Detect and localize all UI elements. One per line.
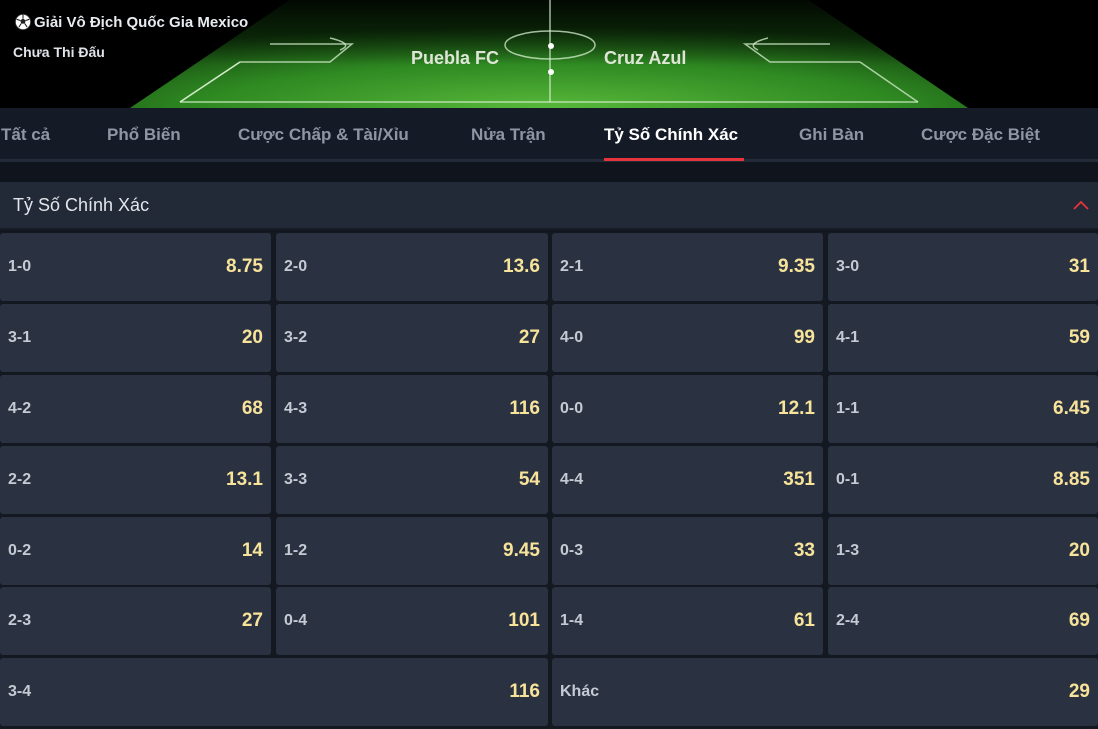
odds-value: 116 (509, 398, 540, 419)
score-label: 0-1 (836, 471, 860, 488)
score-label: 4-1 (836, 329, 860, 346)
score-label: 3-2 (284, 329, 308, 346)
score-label: 2-1 (560, 258, 584, 275)
section-header[interactable]: Tỷ Số Chính Xác (0, 182, 1098, 230)
odds-cell[interactable]: 3-2 27 (276, 304, 548, 372)
odds-cell[interactable]: 4-0 99 (552, 304, 823, 372)
score-label: 3-4 (8, 683, 32, 700)
odds-value: 13.1 (226, 469, 263, 490)
score-label: 4-4 (560, 471, 584, 488)
odds-cell[interactable]: 3-0 31 (828, 233, 1098, 301)
score-label: 2-0 (284, 258, 308, 275)
odds-value: 8.85 (1053, 469, 1090, 490)
odds-value: 116 (509, 681, 540, 702)
odds-cell[interactable]: 0-3 33 (552, 517, 823, 585)
score-label: 1-1 (836, 400, 860, 417)
score-label: 3-3 (284, 471, 308, 488)
odds-cell[interactable]: 1-4 61 (552, 587, 823, 655)
tab-special-bets[interactable]: Cược Đặc Biệt (921, 125, 1040, 145)
score-label: 4-2 (8, 400, 32, 417)
odds-value: 13.6 (503, 256, 540, 277)
score-label: 2-2 (8, 471, 32, 488)
tab-goal-scorer[interactable]: Ghi Bàn (799, 125, 864, 145)
odds-value: 54 (518, 469, 540, 490)
odds-value: 351 (783, 469, 815, 490)
tab-correct-score[interactable]: Tỷ Số Chính Xác (604, 125, 738, 145)
odds-value: 9.45 (503, 540, 540, 561)
odds-cell[interactable]: 1-0 8.75 (0, 233, 271, 301)
odds-cell[interactable]: 1-2 9.45 (276, 517, 548, 585)
odds-cell[interactable]: 0-4 101 (276, 587, 548, 655)
odds-cell[interactable]: 1-1 6.45 (828, 375, 1098, 443)
odds-cell[interactable]: 3-1 20 (0, 304, 271, 372)
odds-value: 59 (1068, 327, 1090, 348)
score-label: 1-2 (284, 542, 308, 559)
score-label: 0-0 (560, 400, 584, 417)
odds-cell[interactable]: 1-3 20 (828, 517, 1098, 585)
match-header: Giải Vô Địch Quốc Gia Mexico Chưa Thi Đấ… (0, 0, 1098, 108)
chevron-up-icon[interactable] (1072, 198, 1090, 212)
odds-cell[interactable]: 4-2 68 (0, 375, 271, 443)
divider (0, 162, 1098, 182)
odds-cell[interactable]: Khác 29 (552, 658, 1098, 726)
odds-value: 20 (1068, 540, 1090, 561)
odds-value: 6.45 (1053, 398, 1090, 419)
score-label: 3-0 (836, 258, 860, 275)
tab-handicap-over-under[interactable]: Cược Chấp & Tài/Xỉu (238, 125, 409, 145)
odds-value: 27 (518, 327, 540, 348)
odds-cell[interactable]: 2-1 9.35 (552, 233, 823, 301)
odds-value: 99 (793, 327, 815, 348)
odds-cell[interactable]: 2-3 27 (0, 587, 271, 655)
score-label: 1-0 (8, 258, 32, 275)
odds-value: 61 (793, 610, 815, 631)
odds-value: 33 (793, 540, 815, 561)
odds-cell[interactable]: 0-2 14 (0, 517, 271, 585)
odds-cell[interactable]: 0-1 8.85 (828, 446, 1098, 514)
odds-cell[interactable]: 4-4 351 (552, 446, 823, 514)
odds-value: 69 (1068, 610, 1090, 631)
score-label: 2-4 (836, 612, 860, 629)
score-label: 0-2 (8, 542, 32, 559)
odds-cell[interactable]: 2-2 13.1 (0, 446, 271, 514)
odds-value: 20 (241, 327, 263, 348)
tab-all[interactable]: Tất cả (1, 125, 50, 145)
odds-cell[interactable]: 3-4 116 (0, 658, 548, 726)
odds-value: 12.1 (778, 398, 815, 419)
odds-cell[interactable]: 4-3 116 (276, 375, 548, 443)
tab-popular[interactable]: Phổ Biến (107, 125, 181, 145)
match-status: Chưa Thi Đấu (13, 44, 105, 60)
odds-value: 8.75 (226, 256, 263, 277)
score-label: 4-3 (284, 400, 308, 417)
league-name: Giải Vô Địch Quốc Gia Mexico (34, 13, 249, 31)
soccer-ball-icon (14, 13, 32, 31)
score-label: 4-0 (560, 329, 584, 346)
score-label: 2-3 (8, 612, 32, 629)
score-label: 0-4 (284, 612, 308, 629)
tab-half-time[interactable]: Nửa Trận (471, 125, 546, 145)
score-label: 1-4 (560, 612, 584, 629)
odds-value: 14 (241, 540, 263, 561)
odds-value: 27 (241, 610, 263, 631)
odds-cell[interactable]: 2-4 69 (828, 587, 1098, 655)
odds-value: 29 (1068, 681, 1090, 702)
odds-cell[interactable]: 4-1 59 (828, 304, 1098, 372)
score-label: Khác (560, 683, 600, 700)
market-tabs: Tất cả Phổ Biến Cược Chấp & Tài/Xỉu Nửa … (0, 108, 1098, 162)
league-name-row: Giải Vô Địch Quốc Gia Mexico (14, 13, 248, 31)
odds-value: 9.35 (778, 256, 815, 277)
active-tab-indicator (604, 158, 744, 161)
correct-score-grid: 1-0 8.75 2-0 13.6 2-1 9.35 3-0 31 3-1 20… (0, 232, 1098, 729)
home-team-name: Puebla FC (411, 48, 500, 68)
odds-cell[interactable]: 2-0 13.6 (276, 233, 548, 301)
odds-cell[interactable]: 0-0 12.1 (552, 375, 823, 443)
score-label: 3-1 (8, 329, 32, 346)
score-label: 0-3 (560, 542, 584, 559)
away-team-name: Cruz Azul (604, 48, 687, 68)
score-label: 1-3 (836, 542, 860, 559)
odds-value: 68 (241, 398, 263, 419)
section-title: Tỷ Số Chính Xác (13, 195, 150, 215)
odds-value: 101 (508, 610, 540, 631)
odds-value: 31 (1068, 256, 1090, 277)
odds-cell[interactable]: 3-3 54 (276, 446, 548, 514)
